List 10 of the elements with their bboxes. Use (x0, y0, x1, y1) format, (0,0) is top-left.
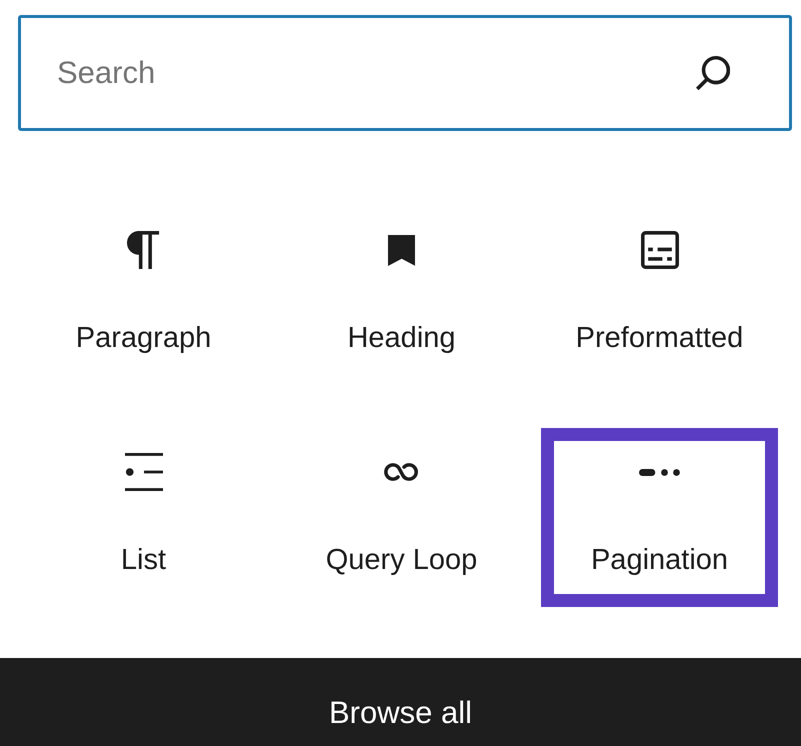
search-icon[interactable] (696, 56, 730, 90)
search-field[interactable]: Search (18, 15, 792, 131)
pilcrow-icon (126, 231, 160, 269)
text-lines-box-icon (640, 231, 678, 269)
bookmark-icon (388, 234, 416, 266)
block-item[interactable]: Pagination (541, 428, 778, 607)
browse-all-button[interactable]: Browse all (0, 658, 801, 746)
loop-icon (384, 463, 419, 481)
dash-dots-icon (639, 468, 680, 476)
list-icon (124, 453, 162, 491)
